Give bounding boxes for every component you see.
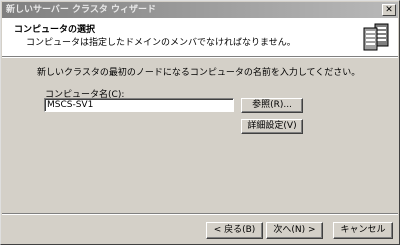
close-button[interactable]: ✕ <box>382 4 396 16</box>
header-divider <box>2 56 398 58</box>
page-subtitle: コンピュータは指定したドメインのメンバでなければなりません。 <box>26 38 296 48</box>
cancel-button[interactable]: キャンセル <box>333 222 393 239</box>
wizard-header: コンピュータの選択 コンピュータは指定したドメインのメンバでなければなりません。 <box>2 18 398 56</box>
wizard-window: 新しいサーバー クラスタ ウィザード ✕ コンピュータの選択 コンピュータは指定… <box>0 0 400 245</box>
advanced-button[interactable]: 詳細設定(V) <box>241 119 303 134</box>
instruction-text: 新しいクラスタの最初のノードになるコンピュータの名前を入力してください。 <box>37 68 361 78</box>
next-button[interactable]: 次へ(N) > <box>266 222 323 239</box>
browse-button[interactable]: 参照(R)... <box>241 98 303 113</box>
title-bar: 新しいサーバー クラスタ ウィザード ✕ <box>2 2 398 18</box>
footer-divider <box>2 213 398 215</box>
page-title: コンピュータの選択 <box>14 25 96 35</box>
server-cluster-icon <box>363 23 389 51</box>
back-button[interactable]: < 戻る(B) <box>206 222 263 239</box>
computer-name-input[interactable] <box>44 98 234 112</box>
window-title: 新しいサーバー クラスタ ウィザード <box>6 5 156 15</box>
